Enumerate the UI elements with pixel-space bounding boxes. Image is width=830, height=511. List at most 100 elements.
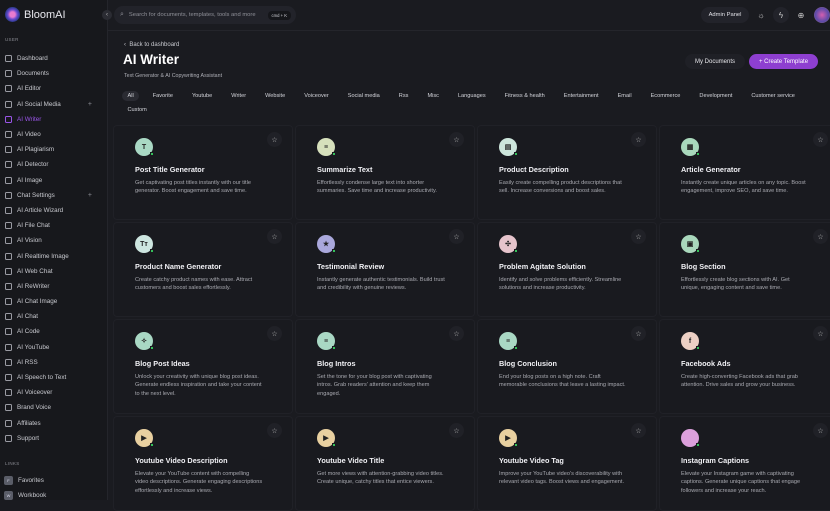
sidebar-item-ai-image[interactable]: AI Image (0, 173, 108, 188)
favorite-star-icon[interactable]: ☆ (267, 132, 282, 147)
template-card[interactable]: ✣ ☆ Problem Agitate Solution Identify an… (477, 222, 657, 317)
filter-chip[interactable]: Custom (122, 105, 152, 115)
sidebar-item-ai-chat-image[interactable]: AI Chat Image (0, 294, 108, 309)
template-card[interactable]: ≡ ☆ Blog Intros Set the tone for your bl… (295, 319, 475, 414)
sidebar-item-ai-plagiarism[interactable]: AI Plagiarism (0, 142, 108, 157)
sidebar-item-ai-writer[interactable]: AI Writer (0, 112, 108, 127)
sidebar-item-ai-file-chat[interactable]: AI File Chat (0, 218, 108, 233)
template-card[interactable]: ▶ ☆ Youtube Video Description Elevate yo… (113, 416, 293, 511)
sidebar-item-ai-rewriter[interactable]: AI ReWriter (0, 279, 108, 294)
filter-chip[interactable]: Fitness & health (499, 91, 550, 101)
filter-chip[interactable]: All (122, 91, 140, 101)
filter-chip[interactable]: Ecommerce (645, 91, 686, 101)
template-card[interactable]: ▶ ☆ Youtube Video Tag Improve your YouTu… (477, 416, 657, 511)
sidebar-item-label: AI File Chat (17, 222, 50, 230)
filter-chip[interactable]: Social media (342, 91, 385, 101)
sidebar-item-ai-code[interactable]: AI Code (0, 324, 108, 339)
filter-chip[interactable]: Customer service (746, 91, 801, 101)
filter-chip[interactable]: Youtube (186, 91, 217, 101)
sidebar-item-ai-social-media[interactable]: AI Social Media + (0, 97, 108, 112)
template-description: Elevate your Instagram game with captiva… (681, 471, 801, 494)
template-card[interactable]: ★ ☆ Testimonial Review Instantly generat… (295, 222, 475, 317)
template-card[interactable]: ≡ ☆ Summarize Text Effortlessly condense… (295, 125, 475, 220)
favorite-star-icon[interactable]: ☆ (813, 326, 828, 341)
template-card[interactable]: ▦ ☆ Article Generator Instantly create u… (659, 125, 830, 220)
template-card[interactable]: ▣ ☆ Blog Section Effortlessly create blo… (659, 222, 830, 317)
favorite-star-icon[interactable]: ☆ (813, 132, 828, 147)
favorite-star-icon[interactable]: ☆ (449, 326, 464, 341)
sidebar-item-ai-speech-to-text[interactable]: AI Speech to Text (0, 370, 108, 385)
back-to-dashboard-link[interactable]: ‹ Back to dashboard (124, 42, 179, 48)
nav-icon (5, 222, 12, 230)
favorite-star-icon[interactable]: ☆ (449, 132, 464, 147)
template-card[interactable]: Tт ☆ Product Name Generator Create catch… (113, 222, 293, 317)
globe-icon[interactable]: ⊕ (793, 7, 809, 23)
sidebar-item-ai-realtime-image[interactable]: AI Realtime Image (0, 248, 108, 263)
favorite-star-icon[interactable]: ☆ (631, 423, 646, 438)
favorite-star-icon[interactable]: ☆ (267, 423, 282, 438)
sidebar-item-ai-voiceover[interactable]: AI Voiceover (0, 385, 108, 400)
filter-chip[interactable]: Misc (422, 91, 445, 101)
template-card[interactable]: ▶ ☆ Youtube Video Title Get more views w… (295, 416, 475, 511)
sidebar-item-brand-voice[interactable]: Brand Voice (0, 400, 108, 415)
filter-chip[interactable]: Entertainment (558, 91, 604, 101)
create-template-button[interactable]: + Create Template (749, 54, 818, 69)
filter-chip[interactable]: Rss (393, 91, 414, 101)
favorite-star-icon[interactable]: ☆ (631, 229, 646, 244)
collapse-sidebar-button[interactable]: ‹ (102, 10, 112, 20)
lightning-icon[interactable]: ϟ (773, 7, 789, 23)
template-card[interactable]: ≡ ☆ Blog Conclusion End your blog posts … (477, 319, 657, 414)
template-title: Product Name Generator (135, 262, 222, 271)
sidebar-item-ai-web-chat[interactable]: AI Web Chat (0, 264, 108, 279)
logo[interactable]: BloomAI (5, 7, 66, 22)
template-card[interactable]: ☆ Instagram Captions Elevate your Instag… (659, 416, 830, 511)
filter-chip[interactable]: Languages (452, 91, 491, 101)
theme-toggle-icon[interactable]: ☼ (753, 7, 769, 23)
template-icon: ▦ (681, 138, 700, 156)
sidebar-item-label: AI Editor (17, 85, 42, 93)
sidebar-item-documents[interactable]: Documents (0, 66, 108, 81)
filter-chip[interactable]: Favorite (147, 91, 178, 101)
sidebar-item-dashboard[interactable]: Dashboard (0, 51, 108, 66)
nav-icon (5, 252, 12, 260)
sidebar-item-affiliates[interactable]: Affiliates (0, 416, 108, 431)
filter-chip[interactable]: Email (612, 91, 637, 101)
template-card[interactable]: T ☆ Post Title Generator Get captivating… (113, 125, 293, 220)
favorite-star-icon[interactable]: ☆ (631, 132, 646, 147)
nav-icon (5, 267, 12, 275)
filter-chip[interactable]: Development (694, 91, 738, 101)
sidebar-item-chat-settings[interactable]: Chat Settings + (0, 188, 108, 203)
sidebar-item-ai-youtube[interactable]: AI YouTube (0, 340, 108, 355)
favorite-star-icon[interactable]: ☆ (813, 423, 828, 438)
expand-icon[interactable]: + (88, 192, 92, 199)
link-favorites[interactable]: F Favorites (4, 473, 104, 488)
admin-panel-button[interactable]: Admin Panel (701, 7, 749, 23)
favorite-star-icon[interactable]: ☆ (631, 326, 646, 341)
sidebar-item-support[interactable]: Support (0, 431, 108, 446)
template-icon: ≡ (317, 138, 336, 156)
filter-chip[interactable]: Voiceover (299, 91, 335, 101)
sidebar-item-ai-chat[interactable]: AI Chat (0, 309, 108, 324)
link-workbook[interactable]: W Workbook (4, 488, 104, 503)
sidebar-item-ai-editor[interactable]: AI Editor (0, 81, 108, 96)
template-card[interactable]: f ☆ Facebook Ads Create high-converting … (659, 319, 830, 414)
expand-icon[interactable]: + (88, 101, 92, 108)
favorite-star-icon[interactable]: ☆ (449, 423, 464, 438)
sidebar-item-ai-article-wizard[interactable]: AI Article Wizard (0, 203, 108, 218)
favorite-star-icon[interactable]: ☆ (813, 229, 828, 244)
favorite-star-icon[interactable]: ☆ (449, 229, 464, 244)
favorite-star-icon[interactable]: ☆ (267, 326, 282, 341)
search-input[interactable]: ⌕ Search for documents, templates, tools… (114, 6, 296, 24)
template-card[interactable]: ✧ ☆ Blog Post Ideas Unlock your creativi… (113, 319, 293, 414)
filter-chip[interactable]: Website (260, 91, 291, 101)
sidebar-item-ai-detector[interactable]: AI Detector (0, 157, 108, 172)
sidebar-item-ai-vision[interactable]: AI Vision (0, 233, 108, 248)
nav-icon (5, 131, 12, 139)
avatar[interactable] (814, 7, 830, 23)
filter-chip[interactable]: Writer (226, 91, 252, 101)
template-card[interactable]: ▤ ☆ Product Description Easily create co… (477, 125, 657, 220)
my-documents-button[interactable]: My Documents (685, 54, 745, 69)
favorite-star-icon[interactable]: ☆ (267, 229, 282, 244)
sidebar-item-ai-video[interactable]: AI Video (0, 127, 108, 142)
sidebar-item-ai-rss[interactable]: AI RSS (0, 355, 108, 370)
